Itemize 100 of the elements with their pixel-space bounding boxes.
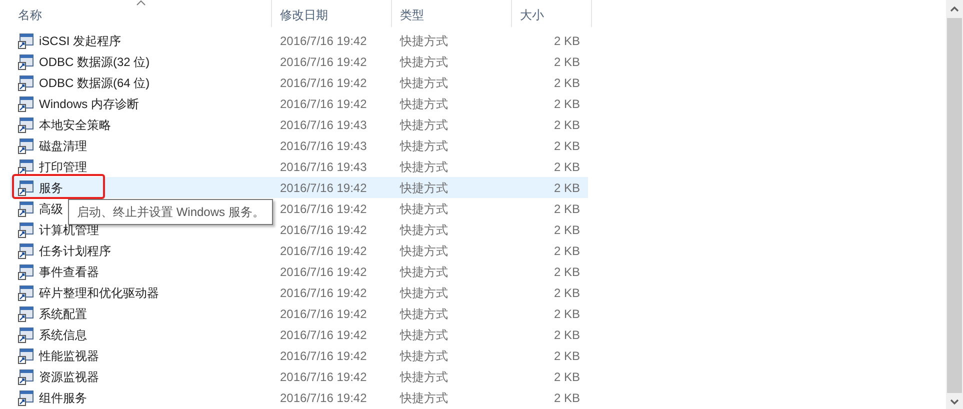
file-name: 系统信息 [39,326,87,344]
size-cell-text: 2 KB [552,306,580,322]
shortcut-icon [18,116,34,132]
column-header[interactable]: 类型 [392,0,512,27]
type-cell-text: 快捷方式 [398,54,449,70]
type-cell-text: 快捷方式 [398,96,449,112]
type-cell-text: 快捷方式 [398,116,449,134]
date-cell-text: 2016/7/16 19:42 [279,306,368,322]
file-row[interactable]: ODBC 数据源(64 位) 2016/7/16 19:42 快捷方式 2 KB [10,72,588,93]
type-cell-text: 快捷方式 [398,180,449,196]
file-row[interactable]: 组件服务 2016/7/16 19:42 快捷方式 2 KB [10,387,588,408]
file-name: 组件服务 [39,390,87,406]
date-cell-text: 2016/7/16 19:42 [279,96,368,112]
shortcut-icon [18,222,34,238]
file-name: 打印管理 [39,158,87,176]
tooltip: 启动、终止并设置 Windows 服务。 [68,199,274,225]
file-name: 本地安全策略 [39,116,111,134]
size-cell-text: 2 KB [552,284,580,302]
file-name: 任务计划程序 [39,242,111,260]
type-cell-text: 快捷方式 [398,306,449,322]
type-cell-text: 快捷方式 [398,390,449,406]
type-cell-text: 快捷方式 [398,326,449,344]
type-cell-text: 快捷方式 [398,74,449,92]
size-cell-text: 2 KB [552,368,580,386]
type-cell-text: 快捷方式 [398,348,449,364]
date-cell-text: 2016/7/16 19:42 [279,390,368,406]
shortcut-icon [18,306,34,322]
file-row[interactable]: 本地安全策略 2016/7/16 19:43 快捷方式 2 KB [10,114,588,135]
scroll-up-icon[interactable] [950,6,959,12]
size-cell-text: 2 KB [552,390,580,406]
type-cell-text: 快捷方式 [398,200,449,218]
type-cell-text: 快捷方式 [398,242,449,260]
type-cell-text: 快捷方式 [398,158,449,176]
file-row[interactable]: iSCSI 发起程序 2016/7/16 19:42 快捷方式 2 KB [10,30,588,51]
file-row[interactable]: 磁盘清理 2016/7/16 19:43 快捷方式 2 KB [10,135,588,156]
column-header[interactable]: 修改日期 [272,0,392,27]
file-row[interactable]: 碎片整理和优化驱动器 2016/7/16 19:42 快捷方式 2 KB [10,282,588,303]
shortcut-icon [18,368,34,384]
shortcut-icon [18,54,34,70]
file-name: 高级 [39,200,63,218]
shortcut-icon [18,138,34,154]
column-header[interactable]: 大小 [512,0,592,27]
date-cell-text: 2016/7/16 19:42 [279,242,368,260]
shortcut-icon [18,264,34,280]
date-cell-text: 2016/7/16 19:42 [279,264,368,280]
file-row[interactable]: 服务 2016/7/16 19:42 快捷方式 2 KB [10,177,588,198]
date-cell-text: 2016/7/16 19:42 [279,368,368,386]
file-name: 性能监视器 [39,348,99,364]
size-cell-text: 2 KB [552,74,580,92]
file-name: 事件查看器 [39,264,99,280]
file-name: Windows 内存诊断 [39,96,140,112]
shortcut-icon [18,242,34,258]
shortcut-icon [18,180,34,196]
shortcut-icon [18,32,34,48]
date-cell-text: 2016/7/16 19:43 [279,138,368,154]
date-cell-text: 2016/7/16 19:42 [279,54,368,70]
file-row[interactable]: 系统配置 2016/7/16 19:42 快捷方式 2 KB [10,303,588,324]
date-cell-text: 2016/7/16 19:42 [279,32,368,50]
size-cell-text: 2 KB [552,348,580,364]
date-cell-text: 2016/7/16 19:42 [279,74,368,92]
file-name: 磁盘清理 [39,138,87,154]
file-row[interactable]: Windows 内存诊断 2016/7/16 19:42 快捷方式 2 KB [10,93,588,114]
shortcut-icon [18,96,34,112]
shortcut-icon [18,74,34,90]
date-cell-text: 2016/7/16 19:42 [279,348,368,364]
file-name: 服务 [39,180,63,196]
file-row[interactable]: 打印管理 2016/7/16 19:43 快捷方式 2 KB [10,156,588,177]
file-name: ODBC 数据源(32 位) [39,54,150,70]
scroll-down-icon[interactable] [950,399,959,405]
file-row[interactable]: 任务计划程序 2016/7/16 19:42 快捷方式 2 KB [10,240,588,261]
size-cell-text: 2 KB [552,200,580,218]
file-name: ODBC 数据源(64 位) [39,74,150,92]
shortcut-icon [18,326,34,342]
file-row[interactable]: 事件查看器 2016/7/16 19:42 快捷方式 2 KB [10,261,588,282]
type-cell-text: 快捷方式 [398,284,449,302]
file-name: 系统配置 [39,306,87,322]
size-cell-text: 2 KB [552,54,580,70]
file-row[interactable]: 性能监视器 2016/7/16 19:42 快捷方式 2 KB [10,345,588,366]
file-name: 碎片整理和优化驱动器 [39,284,159,302]
scrollbar[interactable] [946,0,963,409]
size-cell-text: 2 KB [552,32,580,50]
type-cell-text: 快捷方式 [398,264,449,280]
size-cell-text: 2 KB [552,138,580,154]
column-header[interactable]: 名称 [10,0,272,27]
file-row[interactable]: 资源监视器 2016/7/16 19:42 快捷方式 2 KB [10,366,588,387]
type-cell-text: 快捷方式 [398,138,449,154]
date-cell-text: 2016/7/16 19:42 [279,180,368,196]
date-cell-text: 2016/7/16 19:43 [279,158,368,176]
date-cell-text: 2016/7/16 19:42 [279,200,368,218]
shortcut-icon [18,348,34,364]
file-row[interactable]: ODBC 数据源(32 位) 2016/7/16 19:42 快捷方式 2 KB [10,51,588,72]
file-row[interactable]: 系统信息 2016/7/16 19:42 快捷方式 2 KB [10,324,588,345]
size-cell-text: 2 KB [552,180,580,196]
scroll-thumb[interactable] [947,18,962,393]
date-cell-text: 2016/7/16 19:42 [279,284,368,302]
size-cell-text: 2 KB [552,242,580,260]
file-name: 资源监视器 [39,368,99,386]
shortcut-icon [18,284,34,300]
shortcut-icon [18,200,34,216]
type-cell-text: 快捷方式 [398,32,449,50]
